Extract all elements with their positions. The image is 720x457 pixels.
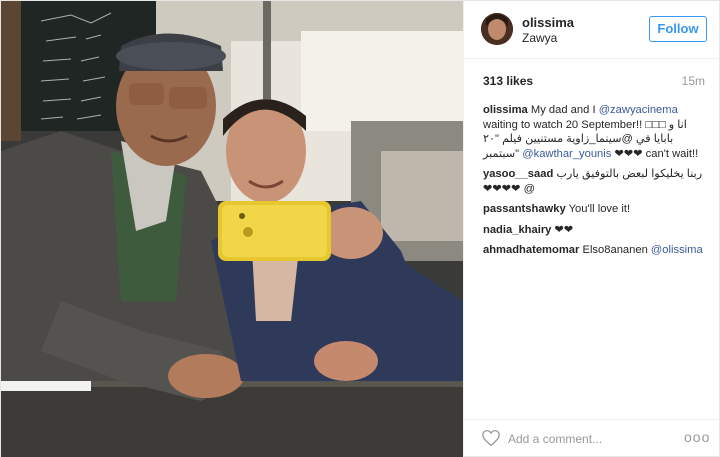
heart-outline-icon[interactable] <box>481 429 501 447</box>
follow-button[interactable]: Follow <box>649 16 707 42</box>
comment-item: ahmadhatemomar Elso8ananen @olissima <box>483 243 709 258</box>
avatar-image <box>481 13 513 45</box>
comment-item: nadia_khairy ❤❤ <box>483 223 709 238</box>
caption-text: My dad and I <box>530 104 599 116</box>
post-username[interactable]: olissima <box>522 15 574 30</box>
instagram-post: olissima Zawya Follow 313 likes 15m olis… <box>0 0 720 457</box>
comments-list: olissima My dad and I @zawyacinema waiti… <box>483 103 709 264</box>
user-avatar[interactable] <box>481 13 513 45</box>
comment-text: Elso8ananen <box>582 244 651 256</box>
caption-username[interactable]: olissima <box>483 104 528 116</box>
caption-text-end: ❤❤❤ can't wait!! <box>611 147 699 160</box>
post-footer: ooo <box>464 419 720 457</box>
caption-mention-kawthar[interactable]: @kawthar_younis <box>522 148 611 160</box>
likes-count[interactable]: 313 likes <box>483 74 533 88</box>
comment-username[interactable]: nadia_khairy <box>483 224 551 236</box>
post-sidebar: olissima Zawya Follow 313 likes 15m olis… <box>463 1 720 457</box>
comment-item: yasoo__saad ربنا يخليكوا لبعض بالتوفيق ي… <box>483 167 709 196</box>
post-photo[interactable] <box>1 1 463 457</box>
post-location[interactable]: Zawya <box>522 31 557 45</box>
photo-illustration <box>1 1 463 457</box>
comment-text: You'll love it! <box>568 203 631 215</box>
add-comment-input[interactable] <box>508 429 676 449</box>
comment-username[interactable]: passantshawky <box>483 203 566 215</box>
comment-username[interactable]: yasoo__saad <box>483 168 553 180</box>
comment-username[interactable]: ahmadhatemomar <box>483 244 579 256</box>
post-header: olissima Zawya Follow <box>464 1 720 59</box>
caption: olissima My dad and I @zawyacinema waiti… <box>483 103 709 161</box>
post-time[interactable]: 15m <box>682 74 705 88</box>
post-meta: 313 likes 15m <box>464 59 720 99</box>
more-options-icon[interactable]: ooo <box>684 428 709 450</box>
comment-mention[interactable]: @olissima <box>651 244 703 256</box>
comment-item: passantshawky You'll love it! <box>483 202 709 217</box>
caption-mention-zawyacinema[interactable]: @zawyacinema <box>599 104 678 116</box>
comment-text: ❤❤ <box>554 223 574 236</box>
